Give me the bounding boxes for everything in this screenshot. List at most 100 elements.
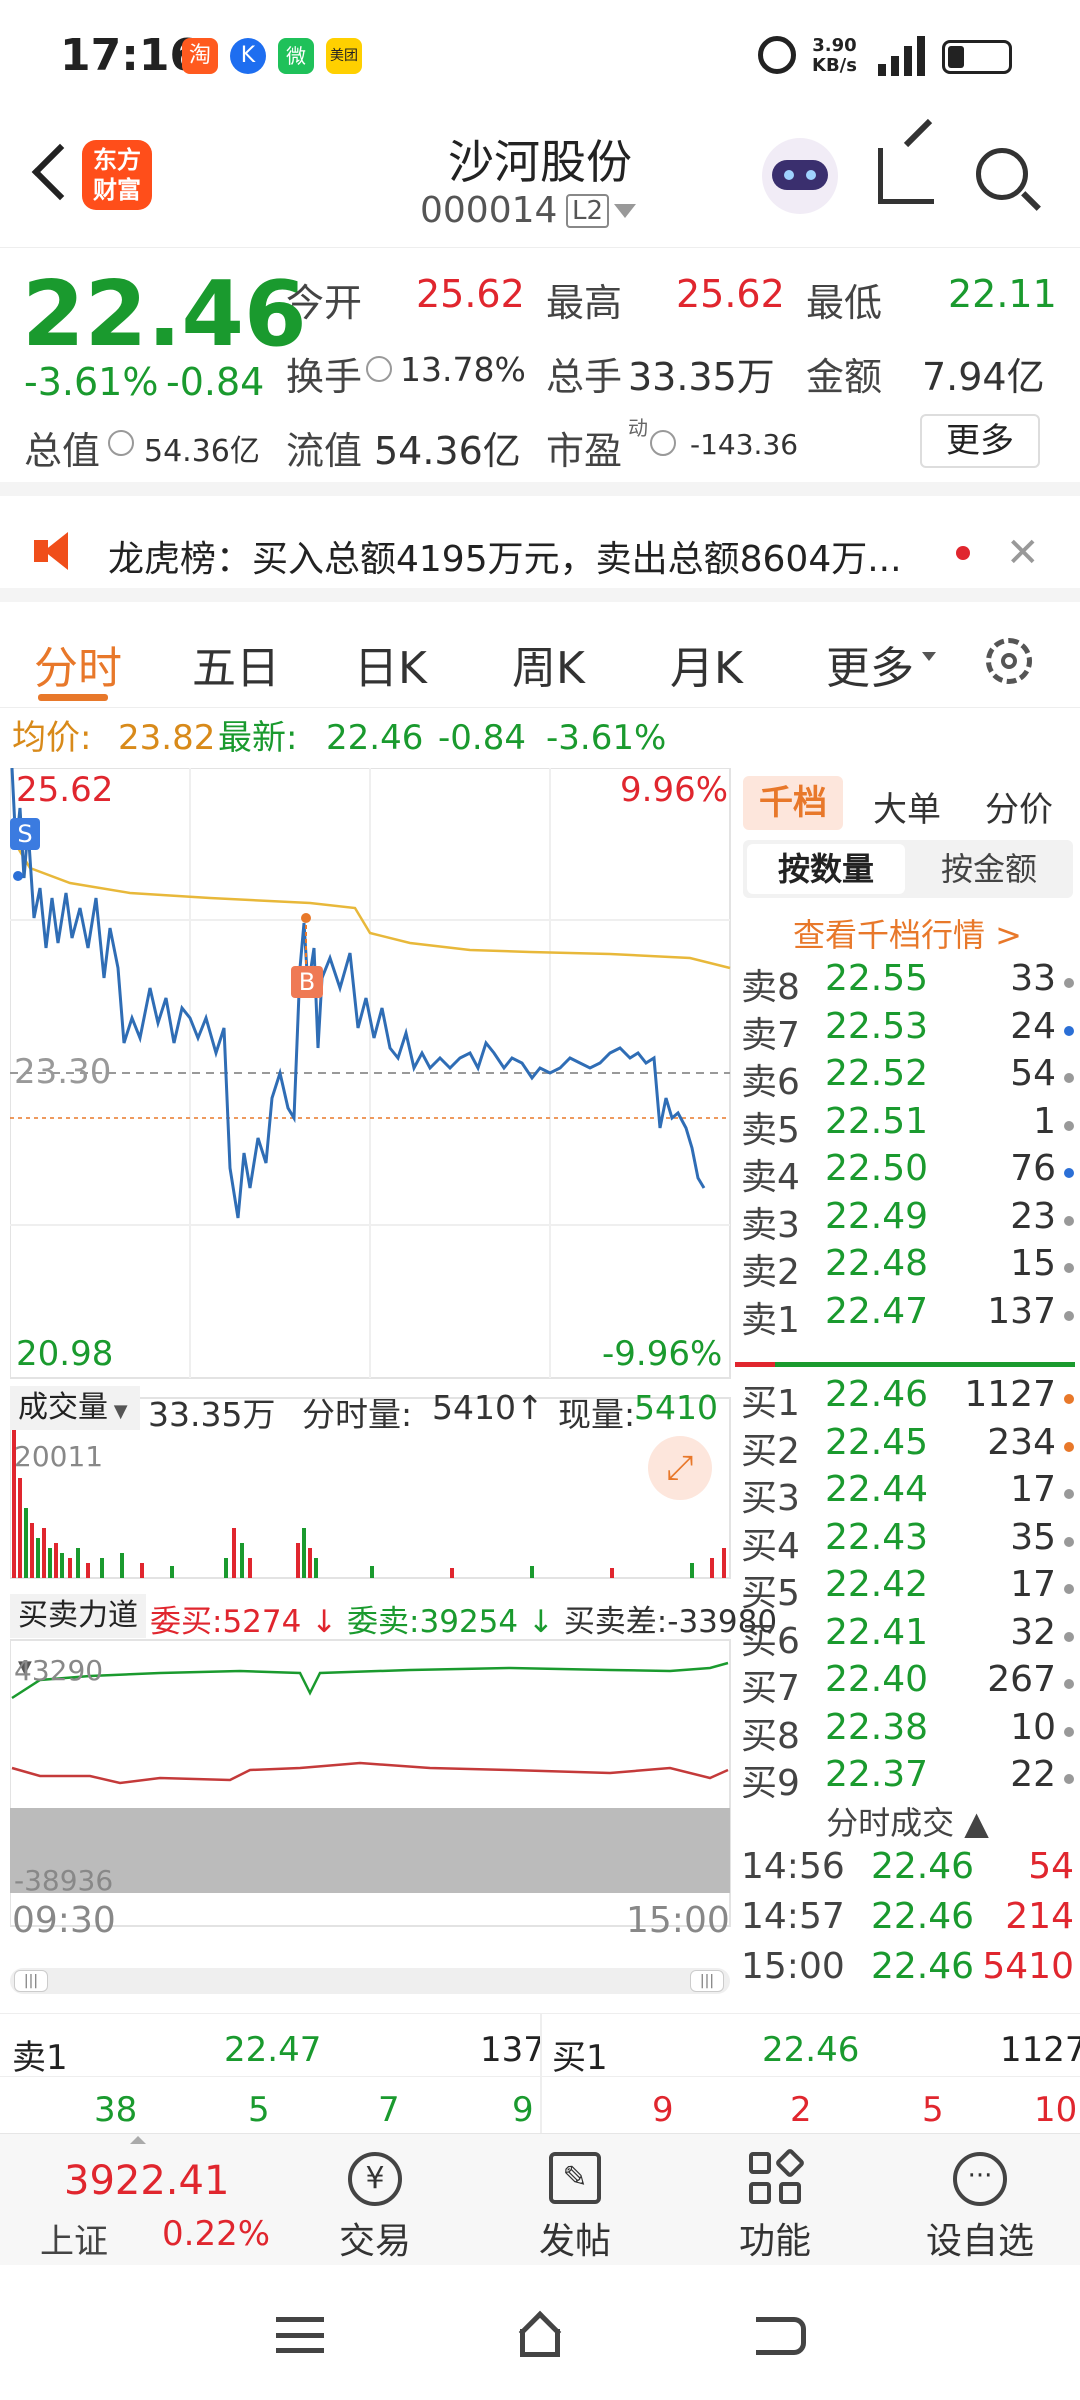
search-icon[interactable] xyxy=(976,148,1028,200)
tab-more[interactable]: 更多 xyxy=(826,632,914,696)
menu-icon[interactable] xyxy=(276,2317,324,2353)
ask-row[interactable]: 卖5 22.51 1 xyxy=(735,1101,1080,1151)
volume-total: 33.35万 xyxy=(148,1395,276,1434)
ask-row[interactable]: 卖7 22.53 24 xyxy=(735,1006,1080,1056)
ask-price: 22.52 xyxy=(825,1053,929,1094)
tab-day-k[interactable]: 日K xyxy=(354,632,427,696)
bid-row[interactable]: 买8 22.38 10 xyxy=(735,1707,1080,1757)
axis-top-pct: 9.96% xyxy=(620,770,729,810)
info-icon[interactable] xyxy=(366,356,392,382)
bid-volume: 22 xyxy=(1010,1754,1056,1795)
view-depth-link[interactable]: 查看千档行情 > xyxy=(735,910,1080,956)
scroll-left-handle[interactable]: ||| xyxy=(14,1970,48,1992)
bid-row[interactable]: 买7 22.40 267 xyxy=(735,1659,1080,1709)
trades-header[interactable]: 分时成交 ▲ xyxy=(735,1798,1080,1842)
tab-big-order[interactable]: 大单 xyxy=(873,782,941,831)
home-icon[interactable] xyxy=(512,2310,568,2357)
ask-row[interactable]: 卖1 22.47 137 xyxy=(735,1290,1080,1341)
buy-marker[interactable]: B xyxy=(291,966,323,998)
ask-row[interactable]: 卖4 22.50 76 xyxy=(735,1148,1080,1198)
chart-tabs: 分时 五日 日K 周K 月K 更多 xyxy=(0,606,1080,708)
index-value: 3922.41 xyxy=(64,2158,230,2204)
share-icon[interactable] xyxy=(878,148,934,204)
add-watchlist-button[interactable]: ··· 设自选 xyxy=(900,2134,1060,2266)
ask-row[interactable]: 卖8 22.55 33 xyxy=(735,958,1080,1008)
bid-volume: 1127 xyxy=(964,1374,1056,1415)
sub-tab-quantity[interactable]: 按数量 xyxy=(747,844,905,894)
bid-level: 买5 xyxy=(741,1573,800,1614)
expand-icon[interactable]: ⤢ xyxy=(648,1436,712,1500)
order-flag-dot xyxy=(1064,1263,1074,1273)
yen-cycle-icon: ¥ xyxy=(348,2152,402,2206)
back-icon[interactable] xyxy=(31,143,89,201)
net-speed: 3.90 KB/s xyxy=(812,35,857,76)
float-label: 流值 xyxy=(286,429,363,473)
tab-minute[interactable]: 分时 xyxy=(34,632,122,696)
tab-price-dist[interactable]: 分价 xyxy=(985,782,1053,831)
intraday-chart[interactable]: 25.62 9.96% 23.30 20.98 -9.96% S B 成交量 ▼… xyxy=(10,768,777,2013)
post-button[interactable]: ✎ 发帖 xyxy=(510,2134,640,2266)
tab-week-k[interactable]: 周K xyxy=(512,632,585,696)
pe-value: -143.36 xyxy=(690,428,799,461)
ask-row[interactable]: 卖3 22.49 23 xyxy=(735,1196,1080,1246)
chevron-down-icon[interactable] xyxy=(614,204,636,218)
eastmoney-logo[interactable]: 东方 财富 xyxy=(82,140,152,210)
back-nav-icon[interactable] xyxy=(756,2317,806,2355)
bid-price: 22.41 xyxy=(825,1611,929,1653)
bid-volume: 267 xyxy=(987,1659,1056,1700)
ask-volume: 15 xyxy=(1010,1243,1056,1284)
tab-five-day[interactable]: 五日 xyxy=(192,632,280,696)
function-button[interactable]: 功能 xyxy=(710,2134,840,2266)
index-widget[interactable]: 3922.41 上证 0.22% xyxy=(0,2134,300,2266)
close-icon[interactable]: ✕ xyxy=(1006,530,1040,576)
bid-row[interactable]: 买1 22.46 1127 xyxy=(735,1374,1080,1424)
robot-assistant-icon[interactable] xyxy=(762,138,838,214)
trade-price: 22.46 xyxy=(871,1896,975,1937)
order-flag-dot xyxy=(1064,1679,1074,1689)
bid-row[interactable]: 买9 22.37 22 xyxy=(735,1754,1080,1804)
tick-volume: 5410↑ xyxy=(432,1388,544,1427)
volume-selector[interactable]: 成交量 ▼ xyxy=(10,1386,140,1430)
volume-label: 总手 xyxy=(546,355,623,399)
bid-volume: 17 xyxy=(1010,1469,1056,1510)
ask-volume: 137 xyxy=(987,1290,1056,1332)
info-icon[interactable] xyxy=(650,430,676,456)
bid-price: 22.40 xyxy=(825,1659,929,1700)
ask-level: 卖4 xyxy=(741,1157,800,1198)
settings-gear-icon[interactable] xyxy=(986,638,1032,684)
ask-row[interactable]: 卖6 22.52 54 xyxy=(735,1053,1080,1103)
order-flag-dot xyxy=(1064,1631,1074,1642)
pk-left-num: 38 xyxy=(94,2090,138,2130)
bid-list: 买1 22.46 1127 买2 22.45 234 买3 22.44 17 买4 22.43 35 买… xyxy=(735,1374,1080,1808)
bid-price: 22.43 xyxy=(825,1516,929,1558)
high-label: 最高 xyxy=(546,281,623,325)
sub-tab-amount[interactable]: 按金额 xyxy=(909,844,1069,894)
price-info-line: 均价: 23.82 最新: 22.46 -0.84 -3.61% xyxy=(0,710,735,766)
notice-banner[interactable]: 龙虎榜：买入总额4195万元，卖出总额8604万... ✕ xyxy=(0,510,1080,602)
tab-month-k[interactable]: 月K xyxy=(670,632,743,696)
force-top: 43290 xyxy=(14,1654,104,1687)
bid-row[interactable]: 买5 22.42 17 xyxy=(735,1564,1080,1614)
ask-list: 卖8 22.55 33 卖7 22.53 24 卖6 22.52 54 卖5 22.51 1 卖4 22.… xyxy=(735,958,1080,1348)
bid-level: 买6 xyxy=(741,1620,800,1662)
bid-row[interactable]: 买6 22.41 32 xyxy=(735,1611,1080,1662)
trade-button[interactable]: ¥ 交易 xyxy=(310,2134,440,2266)
amount-label: 金额 xyxy=(806,355,883,399)
trade-row: 14:56 22.46 54 xyxy=(735,1846,1080,1894)
ask-price: 22.55 xyxy=(825,958,929,999)
sell-marker[interactable]: S xyxy=(10,818,40,850)
more-button[interactable]: 更多 xyxy=(920,414,1040,468)
level-badge[interactable]: L2 xyxy=(566,194,610,228)
tab-depth[interactable]: 千档 xyxy=(743,776,843,830)
force-selector[interactable]: 买卖力道 ▼ xyxy=(10,1594,146,1678)
change-pct: -3.61% xyxy=(24,360,159,404)
bid-level: 买1 xyxy=(741,1383,800,1424)
ask-row[interactable]: 卖2 22.48 15 xyxy=(735,1243,1080,1293)
scroll-right-handle[interactable]: ||| xyxy=(690,1970,724,1992)
info-icon[interactable] xyxy=(108,430,134,456)
bid-row[interactable]: 买3 22.44 17 xyxy=(735,1469,1080,1519)
bid-row[interactable]: 买4 22.43 35 xyxy=(735,1516,1080,1567)
current-volume-label: 现量: xyxy=(558,1395,636,1434)
bid-row[interactable]: 买2 22.45 234 xyxy=(735,1422,1080,1472)
chg-value: -0.84 xyxy=(438,718,526,758)
